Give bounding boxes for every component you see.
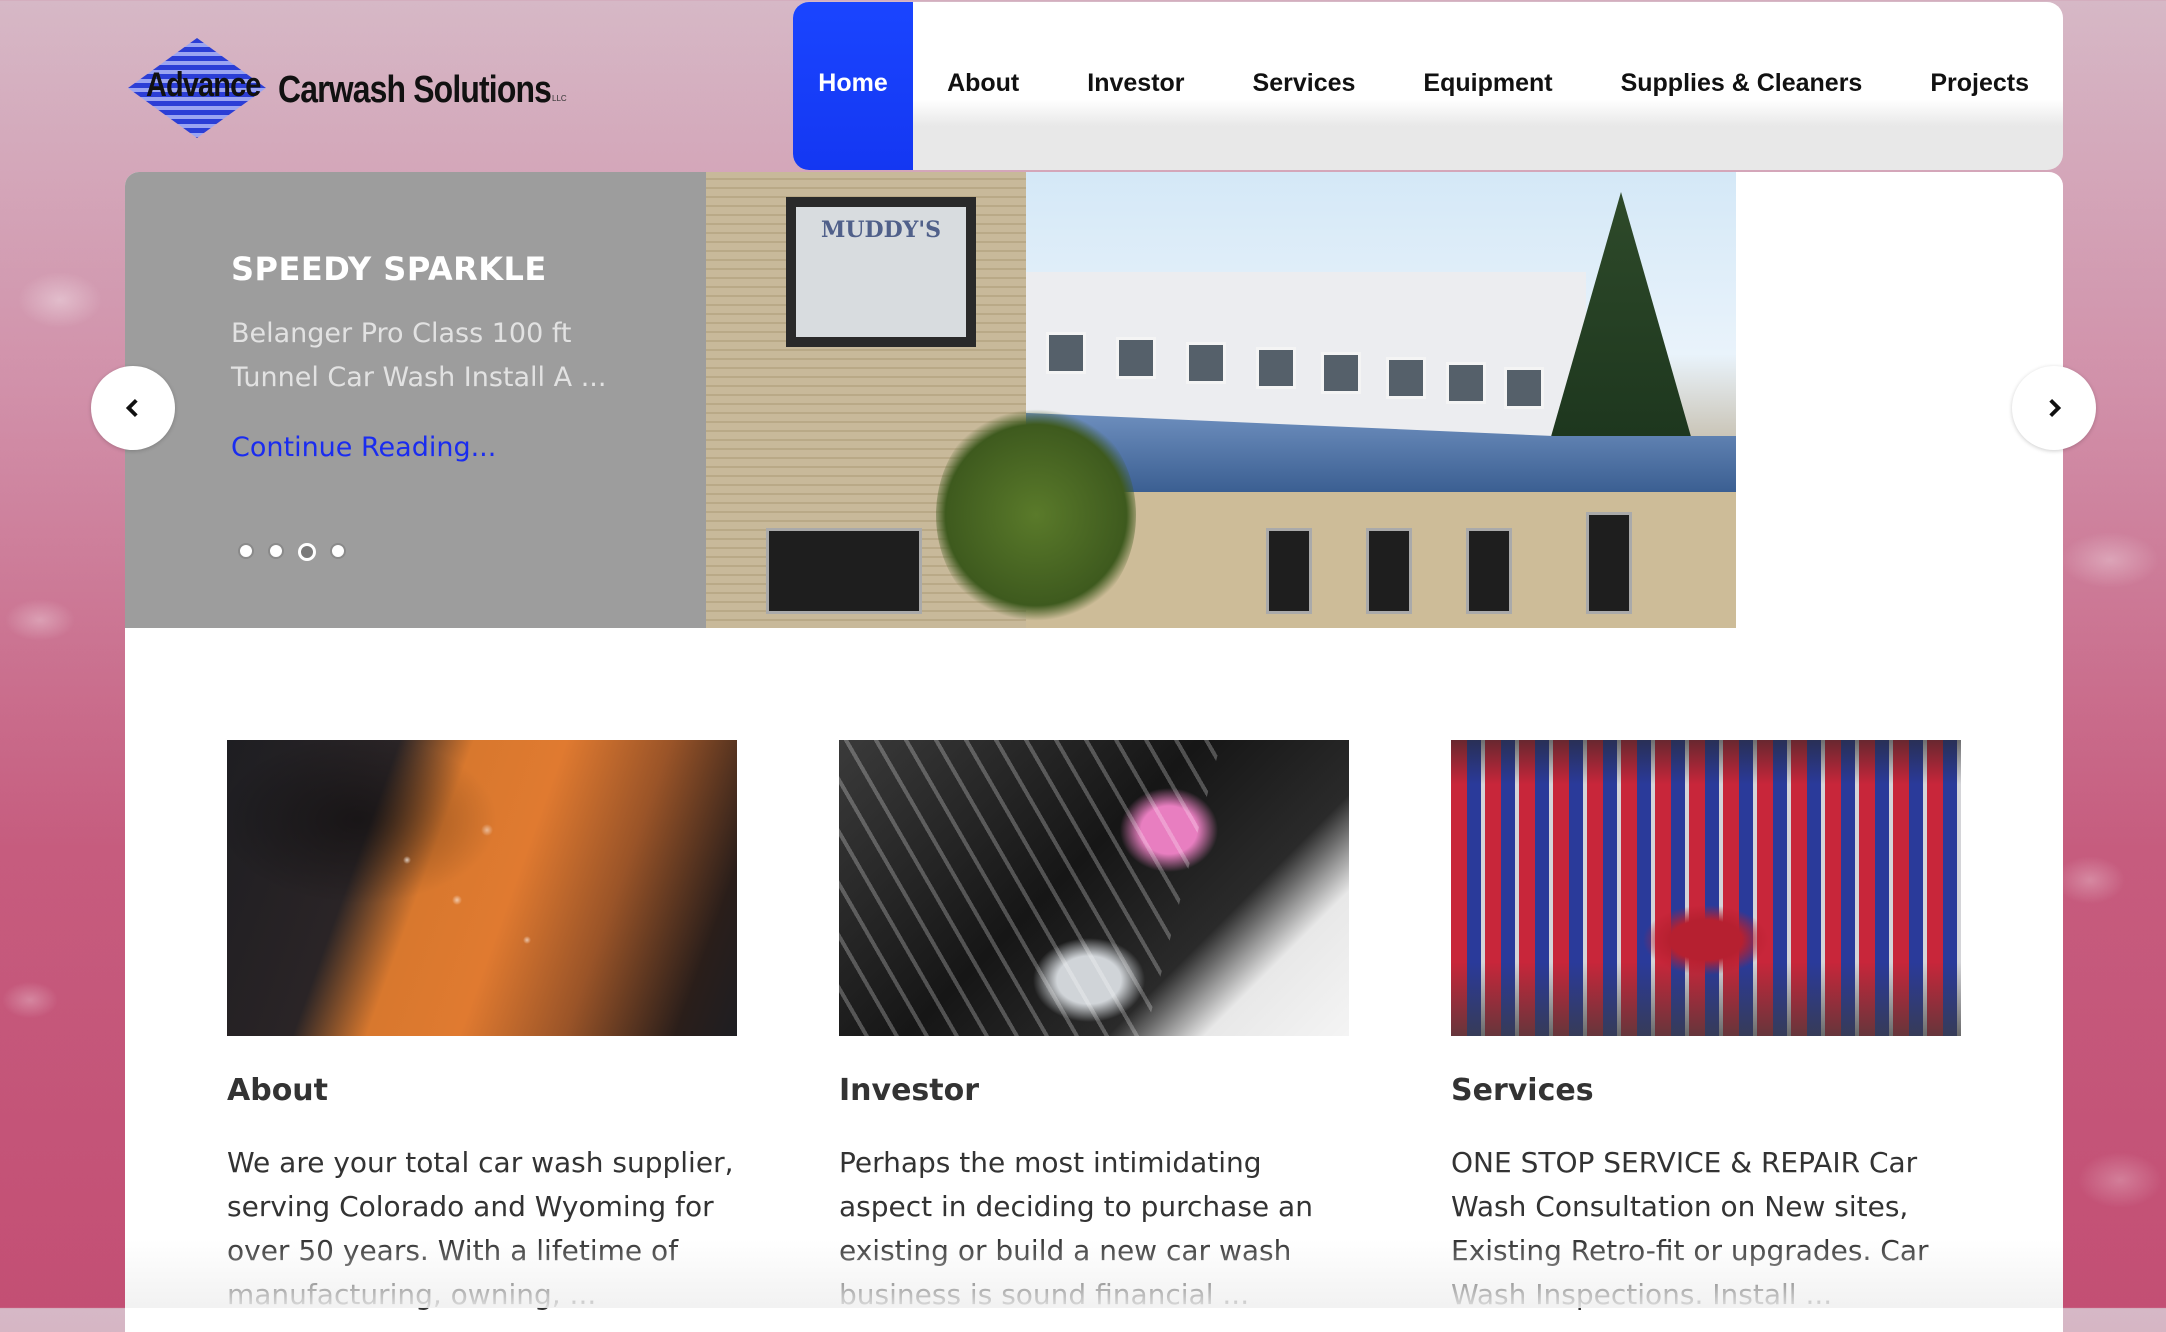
photo-sign-text: MUDDY'S xyxy=(796,207,966,337)
logo-word-advance: Advance xyxy=(146,66,261,104)
about-image[interactable] xyxy=(227,740,737,1036)
slide-photo: MUDDY'S xyxy=(706,172,1736,628)
main-nav: Home About Investor Services Equipment S… xyxy=(793,2,2063,170)
nav-item-home[interactable]: Home xyxy=(793,2,914,170)
about-heading[interactable]: About xyxy=(227,1073,328,1108)
photo-window xyxy=(1046,332,1086,374)
photo-lower-window xyxy=(1366,528,1412,614)
photo-window xyxy=(1321,352,1361,394)
logo-suffix: LLC xyxy=(552,94,567,103)
services-heading[interactable]: Services xyxy=(1451,1073,1594,1108)
photo-window xyxy=(1446,362,1486,404)
photo-lower-window xyxy=(1466,528,1512,614)
photo-lower-window xyxy=(1266,528,1312,614)
chevron-right-icon xyxy=(2049,398,2062,418)
photo-sign: MUDDY'S xyxy=(786,197,976,347)
chevron-left-icon xyxy=(125,398,138,418)
logo-word-carwash-solutions: Carwash Solutions xyxy=(278,69,552,111)
nav-item-projects[interactable]: Projects xyxy=(1896,2,2063,170)
photo-window xyxy=(1116,337,1156,379)
site-logo[interactable]: Advance Carwash Solutions LLC xyxy=(128,36,568,140)
continue-reading-link[interactable]: Continue Reading... xyxy=(231,432,496,463)
slide-description: Belanger Pro Class 100 ft Tunnel Car Was… xyxy=(231,318,607,393)
slide-title: SPEEDY SPARKLE xyxy=(231,250,547,288)
nav-item-about[interactable]: About xyxy=(913,2,1053,170)
nav-item-investor[interactable]: Investor xyxy=(1053,2,1218,170)
photo-window xyxy=(1386,357,1426,399)
investor-heading[interactable]: Investor xyxy=(839,1073,979,1108)
slider-dots xyxy=(238,543,346,561)
photo-lower-window xyxy=(766,528,922,614)
photo-window xyxy=(1186,342,1226,384)
slider-dot-3[interactable] xyxy=(298,543,316,561)
photo-window xyxy=(1256,347,1296,389)
slider-dot-1[interactable] xyxy=(238,543,254,559)
slider-prev-button[interactable] xyxy=(91,366,175,450)
bottom-fade xyxy=(125,1240,2063,1308)
slider-dot-2[interactable] xyxy=(268,543,284,559)
investor-image[interactable] xyxy=(839,740,1349,1036)
slider-text-panel xyxy=(125,172,707,628)
nav-item-services[interactable]: Services xyxy=(1219,2,1390,170)
photo-window xyxy=(1504,367,1544,409)
services-image[interactable] xyxy=(1451,740,1961,1036)
slider-dot-4[interactable] xyxy=(330,543,346,559)
photo-door xyxy=(1586,512,1632,614)
slider-next-button[interactable] xyxy=(2012,366,2096,450)
nav-item-supplies-cleaners[interactable]: Supplies & Cleaners xyxy=(1587,2,1897,170)
nav-item-equipment[interactable]: Equipment xyxy=(1389,2,1586,170)
photo-tree xyxy=(936,402,1136,628)
